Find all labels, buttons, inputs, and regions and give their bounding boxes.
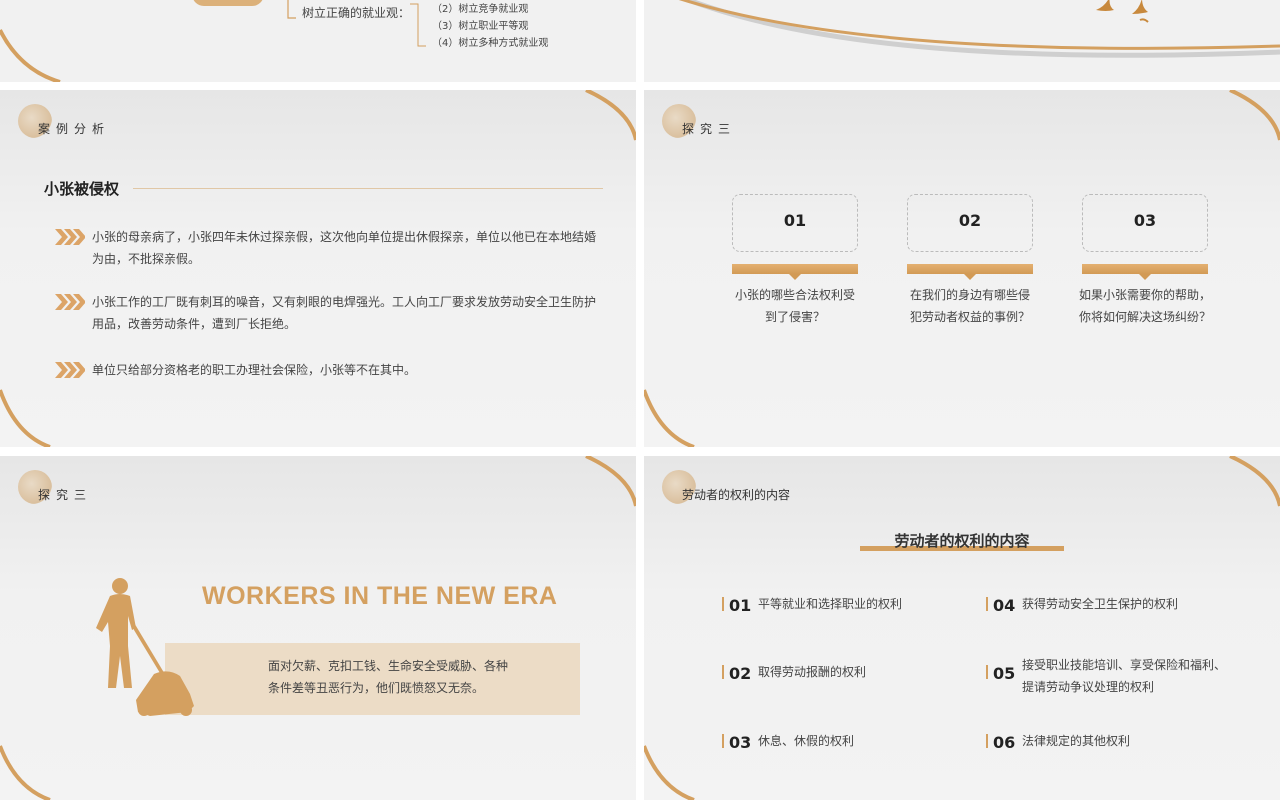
card-bar — [732, 264, 858, 274]
right-number: 02 — [729, 664, 752, 683]
slide-cover-end[interactable] — [644, 0, 1280, 82]
workers-text-line1: 面对欠薪、克扣工钱、生命安全受威胁、各种 — [268, 659, 509, 673]
slide-workers-new-era[interactable]: 探究三 WORKERS IN THE NEW ERA 面对欠薪、克扣工钱、生命安… — [0, 456, 636, 800]
section-label: 劳动者的权利的内容 — [682, 488, 791, 502]
section-label: 案例分析 — [38, 122, 111, 136]
card-question-line1: 小张的哪些合法权利受 — [734, 288, 855, 302]
accent-bar — [722, 734, 724, 748]
card-number: 02 — [958, 211, 982, 230]
slide-case-analysis[interactable]: 案例分析 小张被侵权 小张的母亲病了，小张四年未休过探亲假，这次他向单位提出休假… — [0, 90, 636, 447]
card-question-line2: 你将如何解决这场纠纷？ — [1078, 310, 1211, 324]
card-question-line1: 在我们的身边有哪些侵 — [909, 288, 1030, 302]
accent-bar — [722, 597, 724, 611]
outlook-item-4: （4）树立多种方式就业观 — [432, 38, 549, 49]
right-number: 03 — [729, 733, 752, 752]
card-pointer — [964, 274, 976, 280]
card-pointer — [1139, 274, 1151, 280]
card-question-line1: 如果小张需要你的帮助， — [1078, 288, 1211, 302]
right-text: 接受职业技能培训、享受保险和福利、 — [1022, 658, 1227, 672]
chevron-icon — [55, 362, 86, 382]
chevron-icon — [55, 229, 86, 249]
question-card-2[interactable]: 02 在我们的身边有哪些侵 犯劳动者权益的事例？ — [907, 194, 1033, 328]
card-question-line2: 犯劳动者权益的事例？ — [909, 310, 1030, 324]
card-bar — [1082, 264, 1208, 274]
card-number: 03 — [1133, 211, 1157, 230]
card-bar — [907, 264, 1033, 274]
accent-bar — [722, 665, 724, 679]
decorative-swoosh — [678, 0, 1280, 58]
right-text: 休息、休假的权利 — [758, 734, 855, 748]
case-title: 小张被侵权 — [44, 180, 120, 198]
right-text: 获得劳动安全卫生保护的权利 — [1022, 597, 1179, 611]
slide-workers-rights[interactable]: 劳动者的权利的内容 劳动者的权利的内容 01 平等就业和选择职业的权利 02 取… — [644, 456, 1280, 800]
lawn-mower-worker-icon — [96, 578, 194, 716]
chevron-icon — [55, 294, 86, 314]
right-text: 取得劳动报酬的权利 — [758, 665, 867, 679]
section-label: 探究三 — [682, 122, 737, 136]
bird-silhouette-icon — [1096, 0, 1149, 23]
accent-bar — [986, 597, 988, 611]
card-question-line2: 到了侵害？ — [764, 310, 825, 324]
question-card-3[interactable]: 03 如果小张需要你的帮助， 你将如何解决这场纠纷？ — [1079, 194, 1211, 328]
case-item-3: 单位只给部分资格老的职工办理社会保险，小张等不在其中。 — [92, 363, 417, 377]
workers-headline: WORKERS IN THE NEW ERA — [202, 582, 558, 610]
accent-bar — [986, 734, 988, 748]
outlook-item-3: （3）树立职业平等观 — [432, 21, 529, 32]
right-text: 平等就业和选择职业的权利 — [758, 597, 903, 611]
right-number: 01 — [729, 596, 752, 615]
employment-outlook-label: 树立正确的就业观： — [302, 6, 411, 20]
card-number: 01 — [783, 211, 807, 230]
right-text: 法律规定的其他权利 — [1022, 734, 1131, 748]
right-number: 06 — [993, 733, 1016, 752]
accent-bar — [986, 665, 988, 679]
slide-employment-outlook[interactable]: 树立正确的就业观： （2）树立竞争就业观 （3）树立职业平等观 （4）树立多种方… — [0, 0, 636, 82]
rights-title: 劳动者的权利的内容 — [894, 532, 1030, 550]
card-pointer — [789, 274, 801, 280]
right-text-line2: 提请劳动争议处理的权利 — [1022, 680, 1155, 694]
outlook-item-2: （2）树立竞争就业观 — [432, 4, 529, 15]
right-number: 05 — [993, 664, 1016, 683]
title-divider — [133, 188, 603, 189]
rounded-tab-shape — [192, 0, 264, 6]
right-number: 04 — [993, 596, 1016, 615]
question-card-1[interactable]: 01 小张的哪些合法权利受 到了侵害？ — [732, 194, 858, 328]
slide-inquiry-questions[interactable]: 探究三 01 小张的哪些合法权利受 到了侵害？ 02 在我们的身边有哪些侵 犯劳… — [644, 90, 1280, 447]
section-label: 探究三 — [38, 488, 93, 502]
workers-text-line2: 条件差等丑恶行为，他们既愤怒又无奈。 — [268, 681, 485, 695]
case-item-1: 小张的母亲病了，小张四年未休过探亲假，这次他向单位提出休假探亲，单位以他已在本地… — [92, 230, 597, 266]
case-item-2: 小张工作的工厂既有刺耳的噪音，又有刺眼的电焊强光。工人向工厂要求发放劳动安全卫生… — [92, 295, 597, 331]
